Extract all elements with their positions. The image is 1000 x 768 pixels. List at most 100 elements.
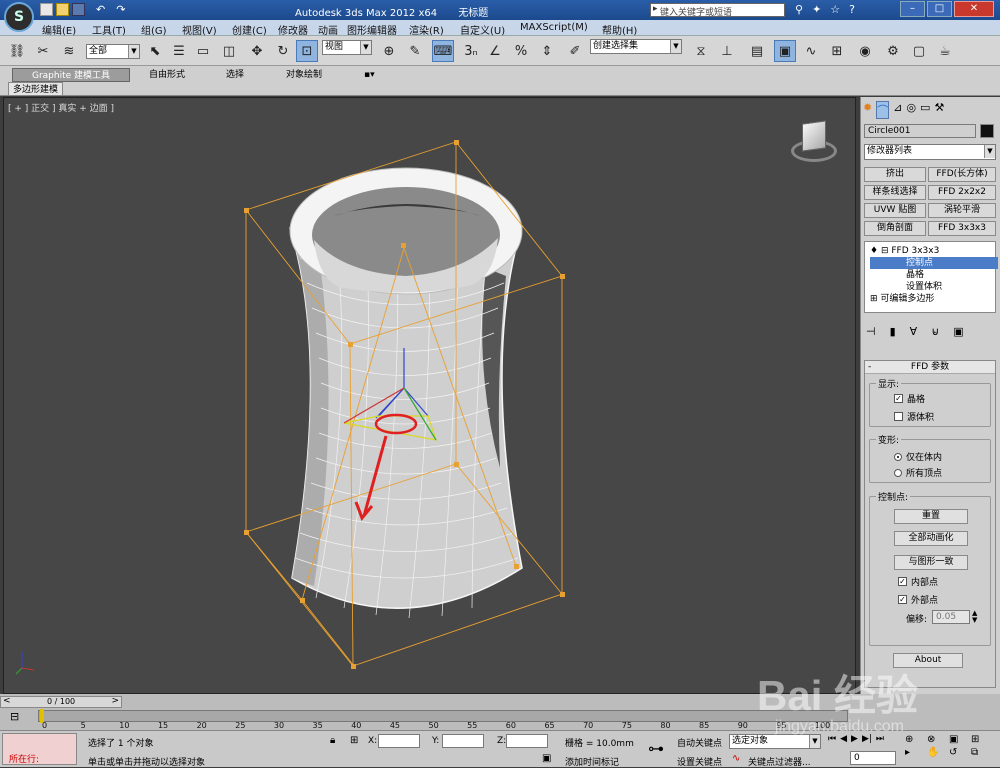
scale-icon[interactable]: ⊡ — [296, 40, 318, 62]
y-coord-field[interactable] — [442, 734, 484, 748]
modifier-stack[interactable]: ♦ ⊟ FFD 3x3x3 控制点 晶格 设置体积 ⊞ 可编辑多边形 — [864, 241, 998, 313]
key-filters-button[interactable]: 关键点过滤器... — [748, 755, 811, 768]
time-slider[interactable]: < 0 / 100 > — [0, 696, 122, 708]
select-object-icon[interactable]: ⬉ — [144, 40, 166, 62]
only-in-volume-radio[interactable]: 仅在体内 — [894, 450, 942, 463]
unlink-icon[interactable]: ✂ — [32, 40, 54, 62]
make-unique-icon[interactable]: ∀ — [910, 325, 918, 338]
tab-object-paint[interactable]: 对象绘制 — [282, 68, 326, 82]
about-button[interactable]: About — [893, 653, 963, 668]
outside-points-checkbox[interactable]: ✓ 外部点 — [898, 593, 938, 606]
viewport-perspective[interactable]: [ + ] 正交 ] 真实 + 边面 ] — [3, 97, 856, 694]
render-setup-icon[interactable]: ⚙ — [882, 40, 904, 62]
menu-rendering[interactable]: 渲染(R) — [409, 22, 444, 37]
next-frame-icon[interactable]: > — [111, 696, 119, 706]
mini-curve-icon[interactable]: ⊟ — [10, 710, 19, 723]
new-file-icon[interactable] — [40, 3, 53, 16]
menu-edit[interactable]: 编辑(E) — [42, 22, 76, 37]
hierarchy-tab-icon[interactable]: ⊿ — [893, 101, 902, 119]
key-icon[interactable]: ⊶ — [648, 739, 664, 758]
all-vertices-radio[interactable]: 所有顶点 — [894, 466, 942, 479]
menu-modifiers[interactable]: 修改器 — [278, 22, 308, 37]
utilities-tab-icon[interactable]: ⚒ — [934, 101, 944, 119]
curve-editor-icon[interactable]: ∿ — [800, 40, 822, 62]
minimize-button[interactable]: – — [900, 1, 925, 17]
current-frame-field[interactable]: 0 — [850, 751, 896, 765]
help-icon[interactable]: ? — [849, 3, 855, 16]
mirror-icon[interactable]: ⧖ — [690, 40, 712, 62]
layer-manager-icon[interactable]: ▤ — [746, 40, 768, 62]
spinner-arrows-icon[interactable]: ▲ ▼ — [972, 610, 977, 624]
object-name-field[interactable]: Circle001 — [864, 124, 976, 138]
maxscript-listener[interactable]: 所在行: — [2, 733, 77, 765]
play-icon[interactable]: ▶ — [851, 734, 858, 744]
fov-icon[interactable]: ▸ — [905, 747, 925, 758]
modify-tab-icon[interactable]: ⌒ — [876, 101, 890, 119]
schematic-view-icon[interactable]: ⊞ — [826, 40, 848, 62]
tab-selection[interactable]: 选择 — [222, 68, 248, 82]
window-crossing-icon[interactable]: ◫ — [218, 40, 240, 62]
binoculars-icon[interactable]: ⚲ — [795, 3, 803, 16]
motion-tab-icon[interactable]: ◎ — [906, 101, 916, 119]
reset-button[interactable]: 重置 — [894, 509, 968, 524]
viewcube-cube[interactable] — [802, 120, 826, 152]
set-key-button[interactable]: 设置关键点 — [677, 755, 722, 768]
selection-filter-dropdown[interactable]: 全部 ▼ — [86, 44, 140, 59]
mod-bevel-profile-button[interactable]: 倒角剖面 — [864, 221, 926, 236]
tab-graphite[interactable]: Graphite 建模工具 — [12, 68, 130, 82]
edit-named-sel-icon[interactable]: ✐ — [564, 40, 586, 62]
ribbon-sub-label[interactable]: 多边形建模 — [8, 82, 64, 96]
remove-modifier-icon[interactable]: ⊌ — [931, 325, 939, 338]
key-mode-dropdown[interactable]: 选定对象 ▼ — [729, 734, 821, 749]
material-editor-icon[interactable]: ◉ — [854, 40, 876, 62]
ribbon-options-icon[interactable]: ▪▾ — [360, 68, 379, 82]
rect-selection-icon[interactable]: ▭ — [192, 40, 214, 62]
add-time-tag[interactable]: 添加时间标记 — [565, 755, 619, 768]
next-key-icon[interactable]: ▶| — [862, 734, 872, 744]
stack-lattice[interactable]: 晶格 — [870, 269, 998, 281]
stack-ffd3[interactable]: ♦ ⊟ FFD 3x3x3 — [870, 245, 998, 257]
graphite-toggle-icon[interactable]: ▣ — [774, 40, 796, 62]
move-icon[interactable]: ✥ — [246, 40, 268, 62]
orbit-icon[interactable]: ↺ — [949, 747, 969, 758]
stack-control-points[interactable]: 控制点 — [870, 257, 998, 269]
zoom-all-icon[interactable]: ⊗ — [927, 734, 947, 745]
menu-tools[interactable]: 工具(T) — [92, 22, 126, 37]
bind-space-warp-icon[interactable]: ≋ — [58, 40, 80, 62]
menu-group[interactable]: 组(G) — [141, 22, 167, 37]
app-logo-icon[interactable]: S — [4, 2, 34, 32]
select-manipulate-icon[interactable]: ✎ — [404, 40, 426, 62]
show-end-result-icon[interactable]: ▮ — [890, 325, 896, 338]
conform-to-shape-button[interactable]: 与图形一致 — [894, 555, 968, 570]
named-selection-dropdown[interactable]: 创建选择集 ▼ — [590, 39, 682, 54]
menu-graph-editors[interactable]: 图形编辑器 — [347, 22, 397, 37]
mod-extrude-button[interactable]: 挤出 — [864, 167, 926, 182]
keyboard-shortcut-icon[interactable]: ⌨ — [432, 40, 454, 62]
zoom-icon[interactable]: ⊕ — [905, 734, 925, 745]
modifier-list-dropdown[interactable]: 修改器列表 ▼ — [864, 144, 996, 160]
stack-editable-poly[interactable]: ⊞ 可编辑多边形 — [870, 293, 998, 305]
source-volume-checkbox[interactable]: 源体积 — [894, 410, 934, 423]
lightbulb-icon[interactable]: ♦ — [870, 246, 878, 256]
prev-frame-icon[interactable]: < — [3, 696, 11, 706]
rotate-icon[interactable]: ↻ — [272, 40, 294, 62]
link-icon[interactable]: ⛓ — [6, 40, 28, 62]
menu-help[interactable]: 帮助(H) — [602, 22, 637, 37]
stack-set-volume[interactable]: 设置体积 — [870, 281, 998, 293]
prev-key-icon[interactable]: ◀ — [840, 734, 847, 744]
save-file-icon[interactable] — [72, 3, 85, 16]
x-coord-field[interactable] — [378, 734, 420, 748]
auto-key-button[interactable]: 自动关键点 — [677, 736, 722, 749]
mod-uvw-map-button[interactable]: UVW 贴图 — [864, 203, 926, 218]
pivot-center-icon[interactable]: ⊕ — [378, 40, 400, 62]
tools-icon[interactable]: ✦ — [812, 3, 821, 16]
menu-maxscript[interactable]: MAXScript(M) — [520, 22, 588, 33]
select-by-name-icon[interactable]: ☰ — [168, 40, 190, 62]
search-box[interactable]: ▸ 键入关键字或短语 — [650, 3, 785, 18]
display-tab-icon[interactable]: ▭ — [920, 101, 930, 119]
snap-3d-icon[interactable]: 3ₙ — [460, 40, 482, 62]
star-icon[interactable]: ☆ — [830, 3, 840, 16]
offset-spinner[interactable]: 0.05 — [932, 610, 970, 624]
time-tag-icon[interactable]: ▣ — [542, 753, 551, 764]
lock-selection-icon[interactable]: 🔒︎ — [330, 735, 335, 746]
